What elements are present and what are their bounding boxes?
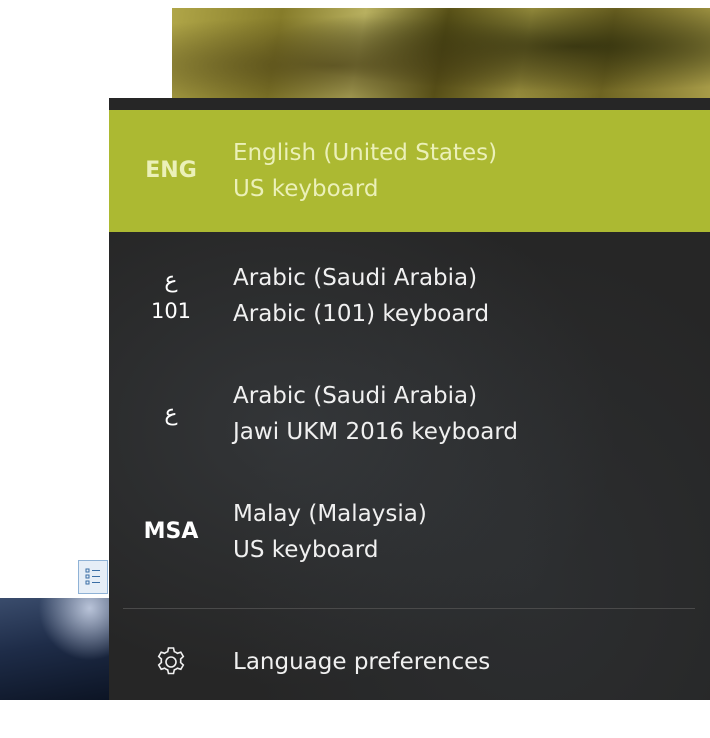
language-item-eng[interactable]: ENG English (United States) US keyboard — [109, 110, 710, 232]
language-code-label: MSA — [143, 519, 199, 544]
desktop-wallpaper — [172, 8, 710, 104]
language-preferences-link[interactable]: Language preferences — [109, 628, 710, 696]
language-details: Malay (Malaysia) US keyboard — [233, 496, 427, 568]
keyboard-name: US keyboard — [233, 176, 379, 202]
divider — [123, 608, 695, 609]
desktop-wallpaper — [0, 598, 112, 700]
language-code-label: ع — [164, 401, 178, 426]
language-code: MSA — [109, 517, 233, 547]
gear-icon — [109, 645, 233, 679]
background-strip — [0, 700, 710, 738]
keyboard-name: US keyboard — [233, 537, 379, 563]
language-code-label: ENG — [145, 158, 197, 183]
language-preferences-label: Language preferences — [233, 649, 491, 675]
language-name: Arabic (Saudi Arabia) — [233, 383, 478, 409]
language-details: English (United States) US keyboard — [233, 135, 497, 207]
language-name: Malay (Malaysia) — [233, 501, 427, 527]
keyboard-name: Jawi UKM 2016 keyboard — [233, 419, 518, 445]
language-flyout: ENG English (United States) US keyboard … — [109, 98, 710, 700]
language-item-arabic-101[interactable]: ع 101 Arabic (Saudi Arabia) Arabic (101)… — [109, 244, 710, 348]
language-name: English (United States) — [233, 140, 498, 166]
language-code: ع — [109, 399, 233, 429]
language-name: Arabic (Saudi Arabia) — [233, 265, 478, 291]
language-code-label: ع — [164, 268, 178, 293]
language-code: ENG — [109, 156, 233, 186]
language-item-arabic-jawi[interactable]: ع Arabic (Saudi Arabia) Jawi UKM 2016 ke… — [109, 362, 710, 466]
keyboard-name: Arabic (101) keyboard — [233, 301, 490, 327]
language-details: Arabic (Saudi Arabia) Jawi UKM 2016 keyb… — [233, 378, 518, 450]
language-code-sub: 101 — [150, 299, 192, 323]
language-code: ع 101 — [109, 266, 233, 326]
input-indicator-icon[interactable] — [78, 560, 108, 594]
language-details: Arabic (Saudi Arabia) Arabic (101) keybo… — [233, 260, 489, 332]
language-item-msa[interactable]: MSA Malay (Malaysia) US keyboard — [109, 480, 710, 584]
